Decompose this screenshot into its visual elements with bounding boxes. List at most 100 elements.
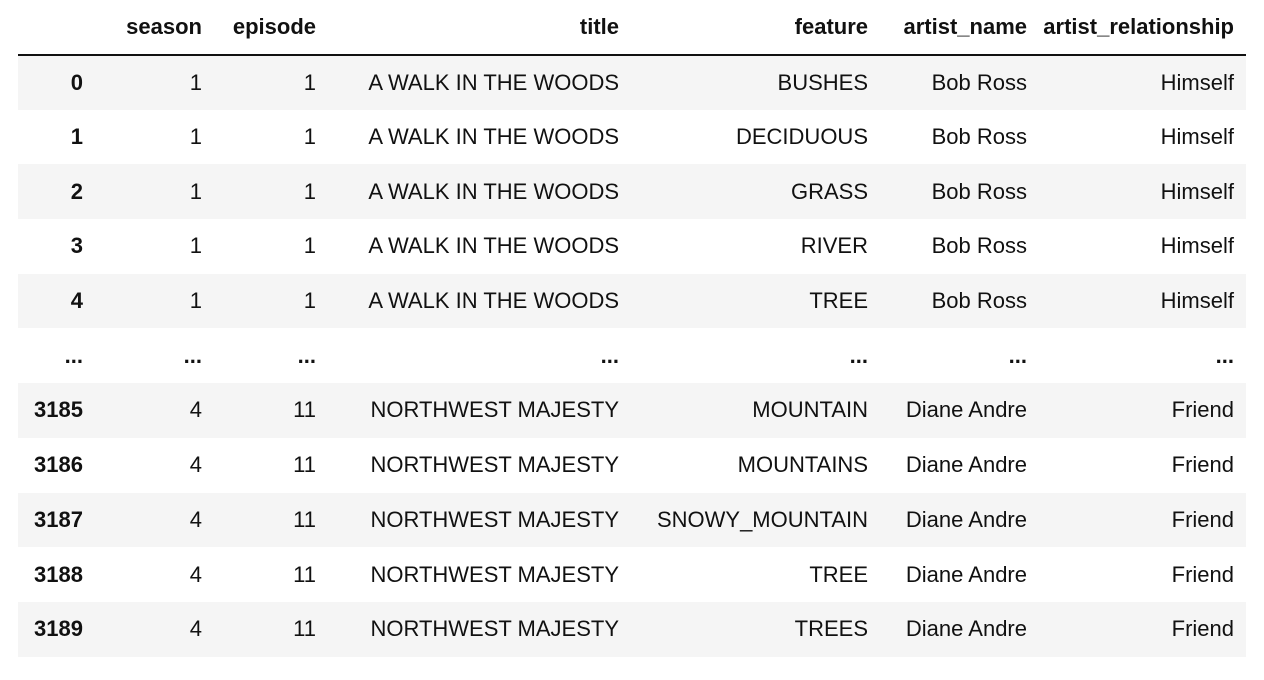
table-row: 2 1 1 A WALK IN THE WOODS GRASS Bob Ross Himse… xyxy=(18,164,1246,220)
cell-artist-name: Diane Andre xyxy=(905,452,1027,478)
cell-feature: SNOWY_MOUNTAIN xyxy=(656,506,868,532)
cell-title: NORTHWEST MAJESTY xyxy=(370,561,619,587)
cell-artist-relationship: Friend xyxy=(1171,506,1234,532)
cell-artist-relationship: Himself xyxy=(1160,124,1234,150)
cell-episode: 11 xyxy=(293,397,316,423)
dataframe-output: season episode title feature artist_name… xyxy=(0,0,1264,657)
cell-artist-relationship: Himself xyxy=(1160,233,1234,259)
row-index: 2 xyxy=(70,178,83,204)
table-row: 0 1 1 A WALK IN THE WOODS BUSHES Bob Ross Hims… xyxy=(18,55,1246,110)
cell-episode: 1 xyxy=(303,69,316,95)
cell-artist-name: Bob Ross xyxy=(931,124,1027,150)
cell-episode: 11 xyxy=(293,452,316,478)
cell-artist-name: Bob Ross xyxy=(931,69,1027,95)
table-row: 3187 4 11 NORTHWEST MAJESTY SNOWY_MOUNTAIN Di… xyxy=(18,492,1246,548)
table-row: 4 1 1 A WALK IN THE WOODS TREE Bob Ross Himsel… xyxy=(18,273,1246,329)
cell-artist-name: Bob Ross xyxy=(931,178,1027,204)
cell-title: ... xyxy=(600,342,619,368)
cell-artist-relationship: Friend xyxy=(1171,397,1234,423)
cell-episode: 11 xyxy=(293,506,316,532)
cell-feature: MOUNTAINS xyxy=(737,452,868,478)
cell-artist-relationship: Himself xyxy=(1160,288,1234,314)
cell-feature: TREE xyxy=(809,561,868,587)
table-row: 3188 4 11 NORTHWEST MAJESTY TREE Diane Andre F… xyxy=(18,547,1246,602)
cell-episode: ... xyxy=(297,342,316,368)
cell-season: 1 xyxy=(189,124,202,150)
cell-season: 4 xyxy=(189,561,202,587)
table-row: 3185 4 11 NORTHWEST MAJESTY MOUNTAIN Diane An… xyxy=(18,383,1246,438)
table-row: 3 1 1 A WALK IN THE WOODS RIVER Bob Ross Himse… xyxy=(18,219,1246,274)
cell-feature: BUSHES xyxy=(777,69,868,95)
cell-title: A WALK IN THE WOODS xyxy=(368,69,619,95)
cell-title: NORTHWEST MAJESTY xyxy=(370,506,619,532)
cell-episode: 1 xyxy=(303,233,316,259)
cell-artist-name: Diane Andre xyxy=(905,561,1027,587)
cell-artist-relationship: Friend xyxy=(1171,561,1234,587)
cell-title: NORTHWEST MAJESTY xyxy=(370,616,619,642)
cell-season: 4 xyxy=(189,506,202,532)
cell-artist-name: Bob Ross xyxy=(931,233,1027,259)
cell-season: 1 xyxy=(189,233,202,259)
cell-feature: TREES xyxy=(794,616,868,642)
cell-feature: TREE xyxy=(809,288,868,314)
column-header-episode: episode xyxy=(214,0,328,56)
cell-artist-name: ... xyxy=(1008,342,1027,368)
table-row: 3186 4 11 NORTHWEST MAJESTY MOUNTAINS Diane A… xyxy=(18,437,1246,493)
cell-episode: 11 xyxy=(293,616,316,642)
row-index: 3189 xyxy=(34,616,83,642)
row-index: 3 xyxy=(70,233,83,259)
column-header-season: season xyxy=(95,0,214,56)
column-header-title: title xyxy=(328,0,631,56)
cell-feature: DECIDUOUS xyxy=(735,124,868,150)
cell-artist-relationship: Himself xyxy=(1160,69,1234,95)
cell-feature: RIVER xyxy=(800,233,868,259)
cell-season: 4 xyxy=(189,616,202,642)
cell-feature: ... xyxy=(849,342,868,368)
cell-title: A WALK IN THE WOODS xyxy=(368,233,619,259)
row-index: 3185 xyxy=(34,397,83,423)
row-index: 0 xyxy=(70,69,83,95)
cell-season: 1 xyxy=(189,288,202,314)
cell-season: 1 xyxy=(189,69,202,95)
cell-episode: 11 xyxy=(293,561,316,587)
cell-artist-name: Diane Andre xyxy=(905,616,1027,642)
column-header-feature: feature xyxy=(631,0,880,56)
cell-artist-name: Diane Andre xyxy=(905,506,1027,532)
row-index: 4 xyxy=(70,288,83,314)
cell-season: 4 xyxy=(189,452,202,478)
cell-season: ... xyxy=(183,342,202,368)
cell-artist-relationship: ... xyxy=(1215,342,1234,368)
row-index: 3187 xyxy=(34,506,83,532)
row-index: 3186 xyxy=(34,452,83,478)
cell-episode: 1 xyxy=(303,124,316,150)
cell-title: NORTHWEST MAJESTY xyxy=(370,452,619,478)
table-body: 011A WALK IN THE WOODS BUSHES Bob Ross Hims… xyxy=(18,55,1246,657)
index-header xyxy=(18,0,95,56)
cell-season: 1 xyxy=(189,178,202,204)
column-header-artist-relationship: artist_relationship xyxy=(1039,0,1246,56)
column-header-artist-name: artist_name xyxy=(880,0,1039,56)
row-index: 3188 xyxy=(34,561,83,587)
cell-artist-name: Bob Ross xyxy=(931,288,1027,314)
row-index: ... xyxy=(64,342,83,368)
cell-title: A WALK IN THE WOODS xyxy=(368,124,619,150)
table-row: 1 1 1 A WALK IN THE WOODS DECIDUOUS Bob Ross H… xyxy=(18,109,1246,165)
ellipsis-row: ..................... xyxy=(18,328,1246,384)
table-header: season episode title feature artist_name… xyxy=(18,0,1246,56)
cell-feature: GRASS xyxy=(790,178,868,204)
cell-feature: MOUNTAIN xyxy=(752,397,868,423)
cell-season: 4 xyxy=(189,397,202,423)
cell-title: A WALK IN THE WOODS xyxy=(368,178,619,204)
header-row: season episode title feature artist_name… xyxy=(18,0,1246,56)
dataframe-table: season episode title feature artist_name… xyxy=(18,0,1246,657)
cell-episode: 1 xyxy=(303,288,316,314)
cell-artist-relationship: Friend xyxy=(1171,616,1234,642)
cell-artist-relationship: Friend xyxy=(1171,452,1234,478)
cell-title: A WALK IN THE WOODS xyxy=(368,288,619,314)
cell-artist-name: Diane Andre xyxy=(905,397,1027,423)
cell-episode: 1 xyxy=(303,178,316,204)
cell-title: NORTHWEST MAJESTY xyxy=(370,397,619,423)
row-index: 1 xyxy=(70,124,83,150)
table-row: 3189 4 11 NORTHWEST MAJESTY TREES Diane Andre… xyxy=(18,601,1246,657)
cell-artist-relationship: Himself xyxy=(1160,178,1234,204)
